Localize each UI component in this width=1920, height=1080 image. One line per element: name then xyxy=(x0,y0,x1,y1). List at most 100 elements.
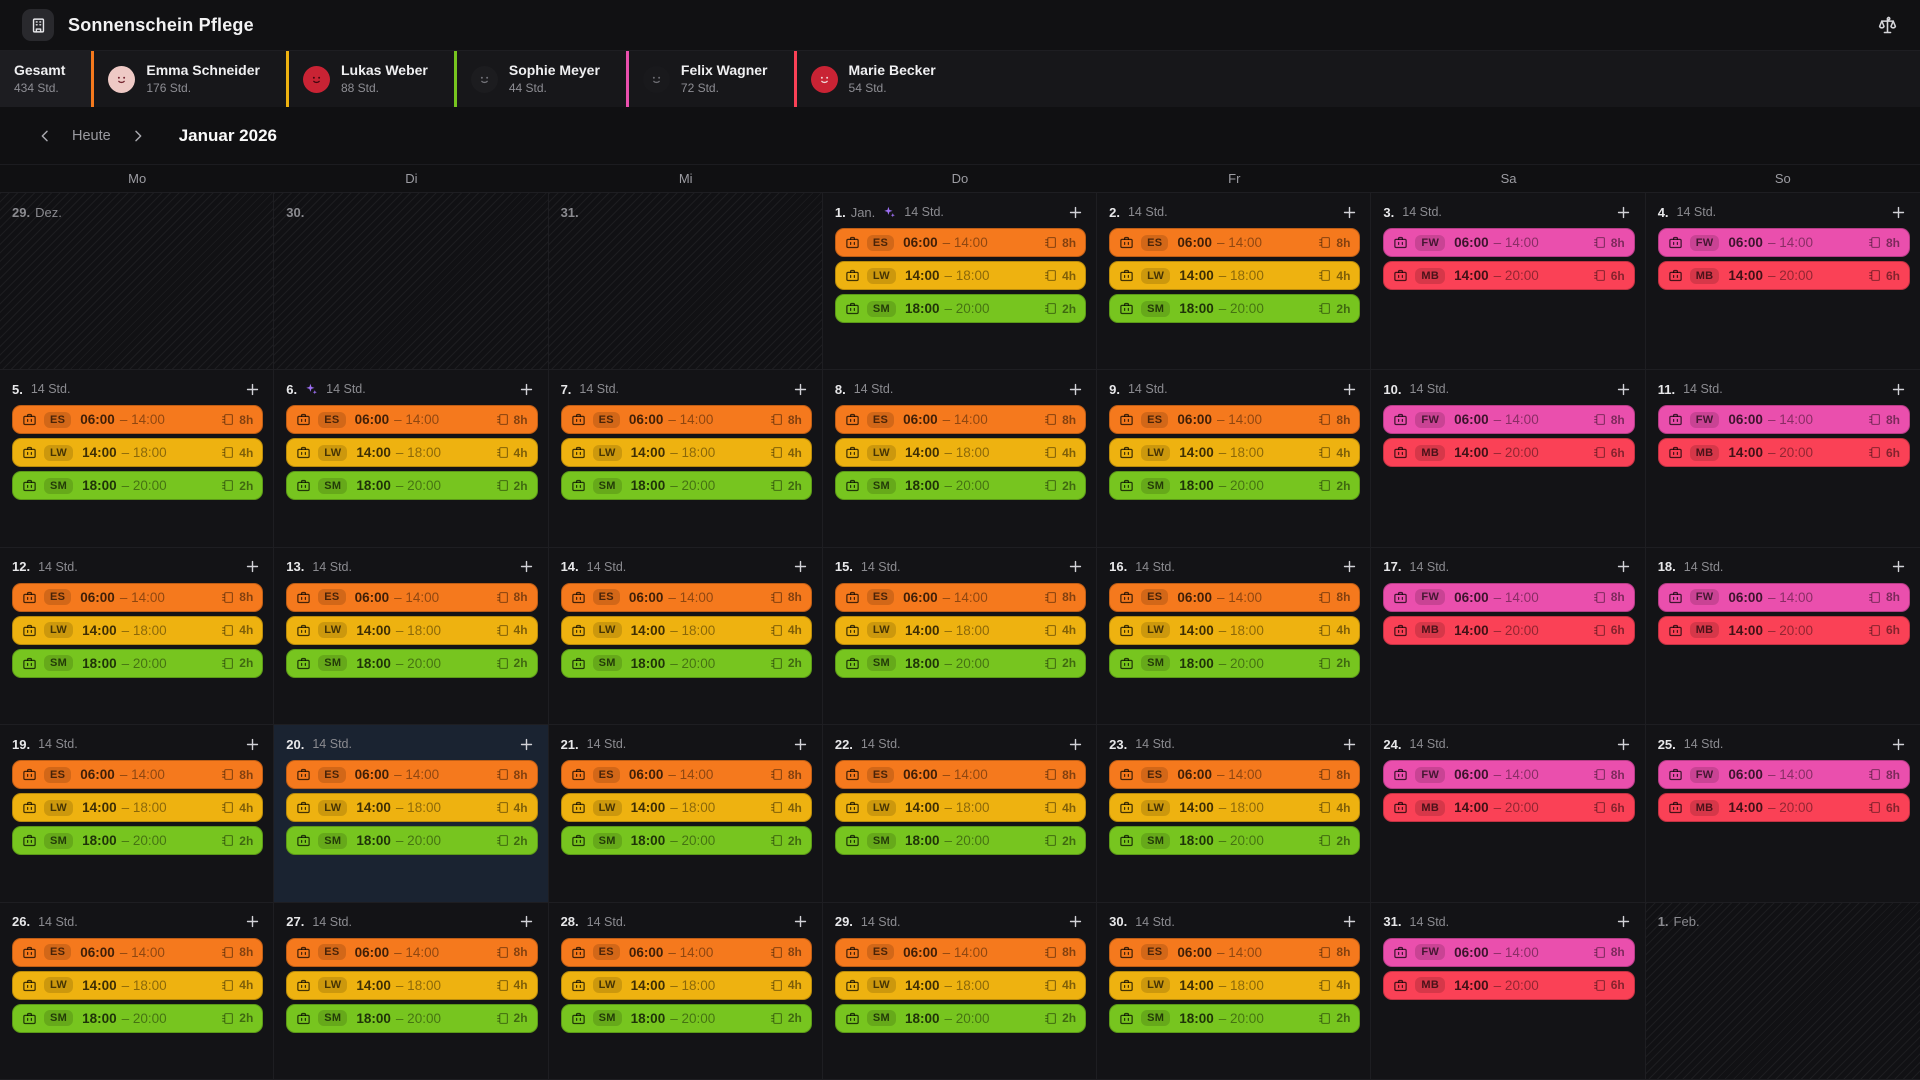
shift-block-es[interactable]: ES 06:00 – 14:00 8h xyxy=(561,405,812,434)
employee-tab-marie-becker[interactable]: Marie Becker 54 Std. xyxy=(794,51,962,107)
shift-block-es[interactable]: ES 06:00 – 14:00 8h xyxy=(835,583,1086,612)
add-shift-button[interactable] xyxy=(1888,201,1910,223)
shift-block-lw[interactable]: LW 14:00 – 18:00 4h xyxy=(835,616,1086,645)
shift-block-fw[interactable]: FW 06:00 – 14:00 8h xyxy=(1383,405,1634,434)
shift-block-sm[interactable]: SM 18:00 – 20:00 2h xyxy=(1109,1004,1360,1033)
shift-block-sm[interactable]: SM 18:00 – 20:00 2h xyxy=(561,826,812,855)
shift-block-fw[interactable]: FW 06:00 – 14:00 8h xyxy=(1383,583,1634,612)
day-cell[interactable]: 31. 14 Std. FW 06:00 – 14:00 8h xyxy=(1371,903,1645,1080)
shift-block-sm[interactable]: SM 18:00 – 20:00 2h xyxy=(835,471,1086,500)
day-cell[interactable]: 25. 14 Std. FW 06:00 – 14:00 8h xyxy=(1646,725,1920,902)
shift-block-mb[interactable]: MB 14:00 – 20:00 6h xyxy=(1658,793,1910,822)
logo-button[interactable] xyxy=(22,9,54,41)
add-shift-button[interactable] xyxy=(241,911,263,933)
shift-block-sm[interactable]: SM 18:00 – 20:00 2h xyxy=(561,1004,812,1033)
add-shift-button[interactable] xyxy=(790,556,812,578)
shift-block-sm[interactable]: SM 18:00 – 20:00 2h xyxy=(561,471,812,500)
shift-block-lw[interactable]: LW 14:00 – 18:00 4h xyxy=(12,616,263,645)
shift-block-fw[interactable]: FW 06:00 – 14:00 8h xyxy=(1658,405,1910,434)
day-cell[interactable]: 18. 14 Std. FW 06:00 – 14:00 8h xyxy=(1646,548,1920,725)
shift-block-lw[interactable]: LW 14:00 – 18:00 4h xyxy=(1109,971,1360,1000)
day-cell[interactable]: 19. 14 Std. ES 06:00 – 14:00 8h xyxy=(0,725,274,902)
shift-block-es[interactable]: ES 06:00 – 14:00 8h xyxy=(835,405,1086,434)
shift-block-fw[interactable]: FW 06:00 – 14:00 8h xyxy=(1658,583,1910,612)
shift-block-lw[interactable]: LW 14:00 – 18:00 4h xyxy=(1109,438,1360,467)
prev-month-button[interactable] xyxy=(30,121,60,151)
shift-block-sm[interactable]: SM 18:00 – 20:00 2h xyxy=(12,826,263,855)
shift-block-lw[interactable]: LW 14:00 – 18:00 4h xyxy=(1109,261,1360,290)
shift-block-es[interactable]: ES 06:00 – 14:00 8h xyxy=(12,760,263,789)
add-shift-button[interactable] xyxy=(516,911,538,933)
shift-block-lw[interactable]: LW 14:00 – 18:00 4h xyxy=(12,438,263,467)
shift-block-mb[interactable]: MB 14:00 – 20:00 6h xyxy=(1383,793,1634,822)
day-cell[interactable]: 6. 14 Std. ES 06:00 – 14:00 xyxy=(274,370,548,547)
shift-block-es[interactable]: ES 06:00 – 14:00 8h xyxy=(835,228,1086,257)
shift-block-es[interactable]: ES 06:00 – 14:00 8h xyxy=(12,405,263,434)
employee-tab-lukas-weber[interactable]: Lukas Weber 88 Std. xyxy=(286,51,454,107)
shift-block-sm[interactable]: SM 18:00 – 20:00 2h xyxy=(286,826,537,855)
day-cell[interactable]: 5. 14 Std. ES 06:00 – 14:00 8h xyxy=(0,370,274,547)
day-cell[interactable]: 31. xyxy=(549,193,823,370)
shift-block-es[interactable]: ES 06:00 – 14:00 8h xyxy=(286,938,537,967)
day-cell[interactable]: 2. 14 Std. ES 06:00 – 14:00 8h xyxy=(1097,193,1371,370)
shift-block-es[interactable]: ES 06:00 – 14:00 8h xyxy=(286,583,537,612)
shift-block-sm[interactable]: SM 18:00 – 20:00 2h xyxy=(12,1004,263,1033)
shift-block-sm[interactable]: SM 18:00 – 20:00 2h xyxy=(835,294,1086,323)
day-cell[interactable]: 26. 14 Std. ES 06:00 – 14:00 8h xyxy=(0,903,274,1080)
scale-balance-icon[interactable] xyxy=(1877,15,1898,36)
day-cell[interactable]: 24. 14 Std. FW 06:00 – 14:00 8h xyxy=(1371,725,1645,902)
day-cell[interactable]: 30. 14 Std. ES 06:00 – 14:00 8h xyxy=(1097,903,1371,1080)
add-shift-button[interactable] xyxy=(1613,556,1635,578)
add-shift-button[interactable] xyxy=(1338,733,1360,755)
day-cell[interactable]: 10. 14 Std. FW 06:00 – 14:00 8h xyxy=(1371,370,1645,547)
day-cell[interactable]: 28. 14 Std. ES 06:00 – 14:00 8h xyxy=(549,903,823,1080)
add-shift-button[interactable] xyxy=(1613,201,1635,223)
add-shift-button[interactable] xyxy=(516,378,538,400)
day-cell[interactable]: 1. Jan. 14 Std. ES 06:00 – 14:00 xyxy=(823,193,1097,370)
day-cell[interactable]: 20. 14 Std. ES 06:00 – 14:00 8h xyxy=(274,725,548,902)
shift-block-mb[interactable]: MB 14:00 – 20:00 6h xyxy=(1383,261,1634,290)
employee-tab-sophie-meyer[interactable]: Sophie Meyer 44 Std. xyxy=(454,51,626,107)
add-shift-button[interactable] xyxy=(1064,378,1086,400)
add-shift-button[interactable] xyxy=(1338,378,1360,400)
shift-block-es[interactable]: ES 06:00 – 14:00 8h xyxy=(835,938,1086,967)
shift-block-fw[interactable]: FW 06:00 – 14:00 8h xyxy=(1658,760,1910,789)
day-cell[interactable]: 14. 14 Std. ES 06:00 – 14:00 8h xyxy=(549,548,823,725)
shift-block-mb[interactable]: MB 14:00 – 20:00 6h xyxy=(1658,438,1910,467)
shift-block-lw[interactable]: LW 14:00 – 18:00 4h xyxy=(1109,616,1360,645)
shift-block-es[interactable]: ES 06:00 – 14:00 8h xyxy=(561,938,812,967)
shift-block-lw[interactable]: LW 14:00 – 18:00 4h xyxy=(835,793,1086,822)
add-shift-button[interactable] xyxy=(1338,201,1360,223)
add-shift-button[interactable] xyxy=(1338,911,1360,933)
employee-tab-gesamt[interactable]: Gesamt 434 Std. xyxy=(0,51,91,107)
add-shift-button[interactable] xyxy=(1064,556,1086,578)
shift-block-es[interactable]: ES 06:00 – 14:00 8h xyxy=(1109,583,1360,612)
shift-block-lw[interactable]: LW 14:00 – 18:00 4h xyxy=(1109,793,1360,822)
shift-block-lw[interactable]: LW 14:00 – 18:00 4h xyxy=(835,438,1086,467)
shift-block-lw[interactable]: LW 14:00 – 18:00 4h xyxy=(561,438,812,467)
add-shift-button[interactable] xyxy=(1064,201,1086,223)
shift-block-es[interactable]: ES 06:00 – 14:00 8h xyxy=(561,583,812,612)
add-shift-button[interactable] xyxy=(1613,733,1635,755)
day-cell[interactable]: 17. 14 Std. FW 06:00 – 14:00 8h xyxy=(1371,548,1645,725)
add-shift-button[interactable] xyxy=(241,733,263,755)
add-shift-button[interactable] xyxy=(516,733,538,755)
shift-block-mb[interactable]: MB 14:00 – 20:00 6h xyxy=(1383,438,1634,467)
day-cell[interactable]: 7. 14 Std. ES 06:00 – 14:00 8h xyxy=(549,370,823,547)
shift-block-lw[interactable]: LW 14:00 – 18:00 4h xyxy=(12,971,263,1000)
day-cell[interactable]: 9. 14 Std. ES 06:00 – 14:00 8h xyxy=(1097,370,1371,547)
shift-block-mb[interactable]: MB 14:00 – 20:00 6h xyxy=(1658,261,1910,290)
add-shift-button[interactable] xyxy=(1338,556,1360,578)
day-cell[interactable]: 4. 14 Std. FW 06:00 – 14:00 8h xyxy=(1646,193,1920,370)
shift-block-sm[interactable]: SM 18:00 – 20:00 2h xyxy=(1109,826,1360,855)
shift-block-fw[interactable]: FW 06:00 – 14:00 8h xyxy=(1383,228,1634,257)
day-cell[interactable]: 29. Dez. xyxy=(0,193,274,370)
shift-block-lw[interactable]: LW 14:00 – 18:00 4h xyxy=(286,616,537,645)
shift-block-lw[interactable]: LW 14:00 – 18:00 4h xyxy=(835,261,1086,290)
shift-block-sm[interactable]: SM 18:00 – 20:00 2h xyxy=(1109,294,1360,323)
add-shift-button[interactable] xyxy=(1064,911,1086,933)
shift-block-fw[interactable]: FW 06:00 – 14:00 8h xyxy=(1383,938,1634,967)
day-cell[interactable]: 3. 14 Std. FW 06:00 – 14:00 8h xyxy=(1371,193,1645,370)
add-shift-button[interactable] xyxy=(241,378,263,400)
shift-block-sm[interactable]: SM 18:00 – 20:00 2h xyxy=(561,649,812,678)
